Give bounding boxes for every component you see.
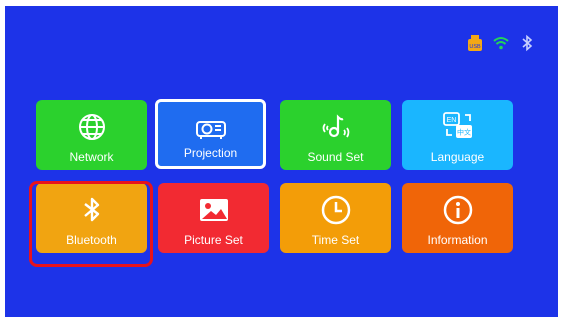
tile-language[interactable]: EN 中文 Language — [402, 100, 513, 170]
tile-information[interactable]: Information — [402, 183, 513, 253]
tile-network[interactable]: Network — [36, 100, 147, 170]
usb-label: USB — [469, 44, 481, 50]
tile-label: Projection — [183, 146, 238, 160]
music-note-icon — [322, 114, 349, 138]
globe-icon — [78, 114, 105, 140]
tile-bluetooth[interactable]: Bluetooth — [36, 183, 147, 253]
tile-label: Bluetooth — [66, 233, 117, 247]
tile-picture-set[interactable]: Picture Set — [158, 183, 269, 253]
tile-label: Picture Set — [184, 233, 243, 247]
language-icon: EN 中文 — [442, 112, 472, 138]
tile-sound-set[interactable]: Sound Set — [280, 100, 391, 170]
bluetooth-icon — [83, 197, 99, 222]
image-icon — [199, 199, 228, 221]
projector-icon — [195, 121, 226, 139]
language-zh-text: 中文 — [457, 128, 471, 137]
tile-label: Network — [69, 150, 114, 164]
tile-label: Language — [430, 150, 485, 164]
tile-label: Time Set — [311, 233, 360, 247]
projector-menu-screen: USB Network Projection Sound Set EN 中文 L… — [5, 6, 558, 317]
usb-icon: USB — [468, 35, 482, 51]
bluetooth-icon — [522, 34, 533, 52]
wifi-icon — [493, 37, 509, 50]
info-icon — [443, 195, 472, 225]
tile-label: Sound Set — [307, 150, 364, 164]
tile-label: Information — [427, 233, 488, 247]
clock-icon — [321, 195, 350, 225]
language-en-text: EN — [446, 117, 456, 124]
tile-projection[interactable]: Projection — [155, 99, 266, 169]
tile-time-set[interactable]: Time Set — [280, 183, 391, 253]
status-bar: USB — [466, 34, 536, 52]
